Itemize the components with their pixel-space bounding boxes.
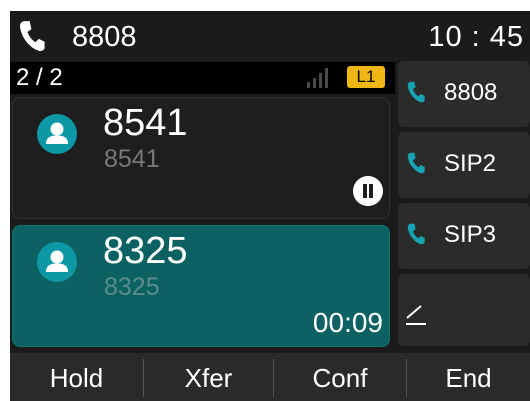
phone-handset-icon: [20, 21, 45, 52]
phone-handset-icon: [407, 152, 425, 174]
call-info-bar: 2 / 2 L1: [10, 62, 395, 94]
transfer-button[interactable]: Xfer: [144, 353, 273, 401]
line-key-sip2[interactable]: SIP2: [398, 132, 530, 198]
status-bar: 8808 10 : 45: [10, 11, 530, 62]
caller-number: 8541: [104, 145, 160, 173]
caller-name: 8325: [103, 230, 188, 272]
avatar: [37, 114, 77, 154]
call-duration: 00:09: [312, 307, 383, 338]
line-key-label: 8808: [444, 79, 498, 106]
line-key-label: SIP2: [444, 150, 497, 177]
caller-name: 8541: [103, 102, 188, 144]
edit-pencil-icon: [406, 305, 426, 325]
clock: 10 : 45: [428, 21, 524, 53]
softkey-bar: Hold Xfer Conf End: [10, 353, 530, 401]
line-key-sip3[interactable]: SIP3: [398, 203, 530, 269]
conference-button[interactable]: Conf: [274, 353, 406, 401]
contact-person-icon: [46, 250, 68, 272]
line-key-label: SIP3: [444, 221, 497, 248]
caller-number: 8325: [104, 273, 160, 301]
line-badge: L1: [347, 66, 385, 88]
end-call-button[interactable]: End: [407, 353, 530, 401]
account-label: 8808: [72, 21, 137, 53]
call-card-held[interactable]: 8541 8541: [12, 97, 390, 219]
line-key-8808[interactable]: 8808: [398, 61, 530, 127]
hold-button[interactable]: Hold: [10, 353, 143, 401]
call-card-active[interactable]: 8325 8325 00:09: [12, 225, 390, 347]
call-count: 2 / 2: [16, 64, 63, 91]
phone-handset-icon: [407, 223, 425, 245]
line-key-edit[interactable]: [398, 274, 530, 346]
phone-handset-icon: [407, 81, 425, 103]
contact-person-icon: [46, 122, 68, 144]
phone-screen: 8808 10 : 45 2 / 2 L1 8541 8541 8325 832…: [10, 11, 530, 401]
hold-icon: [353, 176, 383, 206]
signal-strength-icon: [307, 68, 328, 88]
avatar: [37, 242, 77, 282]
